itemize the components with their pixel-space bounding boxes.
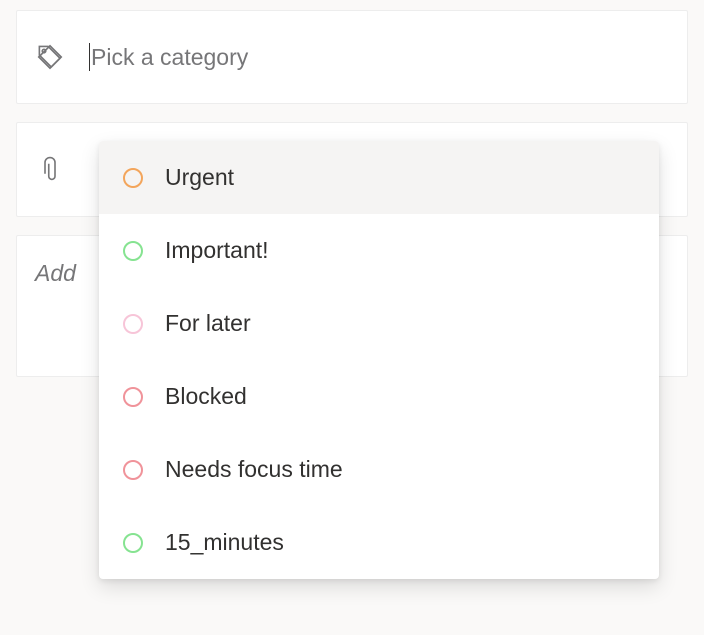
dropdown-item-label: Urgent	[165, 164, 234, 191]
dropdown-item-label: 15_minutes	[165, 529, 284, 556]
dropdown-item-blocked[interactable]: Blocked	[99, 360, 659, 433]
dropdown-item-label: Important!	[165, 237, 269, 264]
dropdown-item-label: Needs focus time	[165, 456, 343, 483]
category-color-ring	[123, 387, 143, 407]
dropdown-item-urgent[interactable]: Urgent	[99, 141, 659, 214]
dropdown-item-needs-focus-time[interactable]: Needs focus time	[99, 433, 659, 506]
category-input[interactable]	[91, 44, 669, 71]
paperclip-icon	[35, 155, 89, 185]
category-color-ring	[123, 460, 143, 480]
dropdown-item-label: Blocked	[165, 383, 247, 410]
note-placeholder: Add	[35, 260, 76, 287]
category-color-ring	[123, 241, 143, 261]
category-field-card	[16, 10, 688, 104]
dropdown-item-for-later[interactable]: For later	[99, 287, 659, 360]
text-cursor	[89, 43, 90, 71]
tag-icon	[35, 42, 89, 72]
category-dropdown: Urgent Important! For later Blocked Need…	[99, 141, 659, 579]
category-color-ring	[123, 533, 143, 553]
dropdown-item-label: For later	[165, 310, 251, 337]
category-color-ring	[123, 168, 143, 188]
dropdown-item-important[interactable]: Important!	[99, 214, 659, 287]
dropdown-item-15-minutes[interactable]: 15_minutes	[99, 506, 659, 579]
category-color-ring	[123, 314, 143, 334]
